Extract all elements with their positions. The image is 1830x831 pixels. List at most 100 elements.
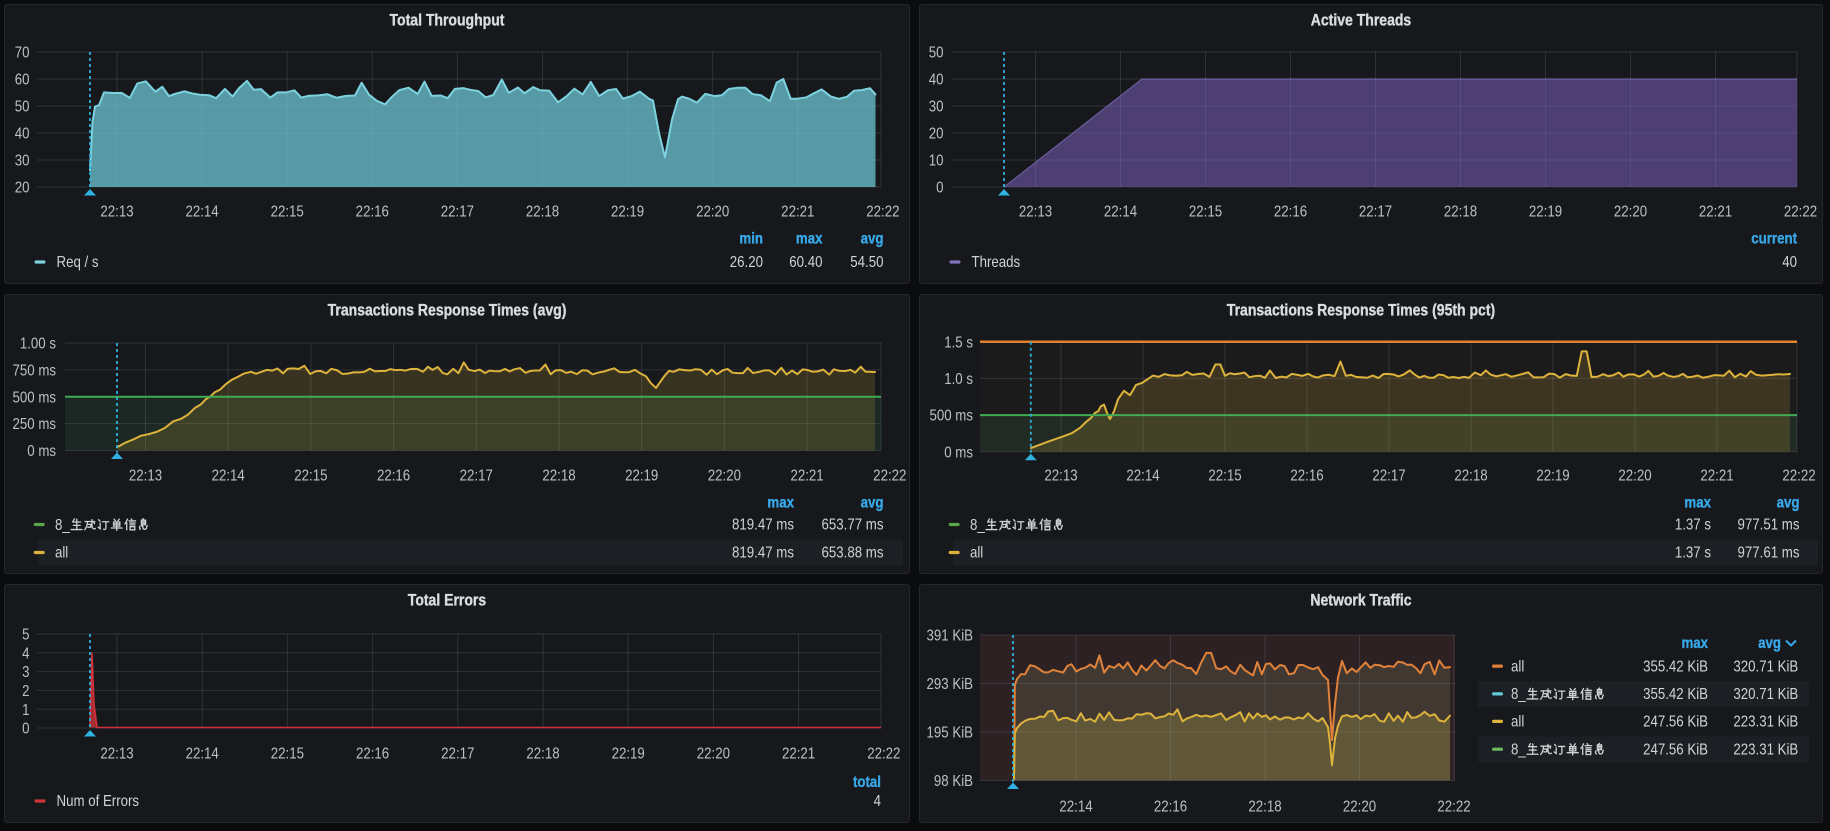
svg-text:22:18: 22:18 [1454, 467, 1487, 484]
svg-text:Num of Errors: Num of Errors [57, 793, 140, 810]
svg-text:30: 30 [15, 153, 30, 170]
svg-text:22:14: 22:14 [1104, 203, 1137, 220]
svg-text:60: 60 [15, 72, 30, 89]
svg-text:26.20: 26.20 [730, 254, 763, 271]
svg-text:22:15: 22:15 [271, 203, 304, 220]
svg-text:22:14: 22:14 [186, 745, 219, 762]
svg-text:391 KiB: 391 KiB [927, 628, 974, 645]
svg-text:247.56 KiB: 247.56 KiB [1643, 714, 1708, 731]
svg-text:22:13: 22:13 [1044, 467, 1077, 484]
svg-text:0: 0 [936, 180, 943, 197]
svg-text:22:15: 22:15 [294, 467, 327, 484]
svg-text:4: 4 [874, 793, 881, 810]
svg-text:60.40: 60.40 [789, 254, 822, 271]
svg-text:22:20: 22:20 [697, 745, 730, 762]
svg-text:819.47 ms: 819.47 ms [732, 544, 794, 561]
svg-text:avg: avg [861, 230, 884, 247]
svg-text:22:20: 22:20 [708, 467, 741, 484]
svg-text:977.61 ms: 977.61 ms [1738, 544, 1800, 561]
svg-text:22:17: 22:17 [441, 745, 474, 762]
svg-text:5: 5 [22, 627, 29, 644]
svg-text:Network Traffic: Network Traffic [1310, 591, 1412, 609]
svg-text:50: 50 [929, 45, 944, 62]
svg-text:avg: avg [861, 494, 884, 511]
svg-text:all: all [1511, 658, 1524, 675]
svg-text:22:20: 22:20 [1618, 467, 1651, 484]
svg-text:40: 40 [929, 72, 944, 89]
svg-text:500 ms: 500 ms [929, 408, 973, 425]
svg-text:0: 0 [22, 721, 29, 738]
svg-text:22:16: 22:16 [377, 467, 410, 484]
svg-text:22:18: 22:18 [526, 203, 559, 220]
svg-text:22:22: 22:22 [873, 467, 906, 484]
svg-text:all: all [1511, 714, 1524, 731]
svg-text:8_: 8_ [1511, 686, 1527, 703]
svg-text:223.31 KiB: 223.31 KiB [1733, 741, 1798, 758]
svg-text:22:22: 22:22 [866, 203, 899, 220]
svg-text:22:13: 22:13 [129, 467, 162, 484]
svg-text:1.0 s: 1.0 s [944, 371, 973, 388]
svg-text:max: max [796, 230, 823, 247]
svg-text:30: 30 [929, 99, 944, 116]
svg-text:Threads: Threads [972, 254, 1021, 271]
svg-text:819.47 ms: 819.47 ms [732, 516, 794, 533]
svg-text:22:20: 22:20 [1614, 203, 1647, 220]
svg-text:22:16: 22:16 [1274, 203, 1307, 220]
svg-text:current: current [1751, 230, 1797, 247]
svg-text:22:17: 22:17 [460, 467, 493, 484]
svg-text:22:14: 22:14 [1059, 798, 1092, 815]
svg-text:total: total [853, 774, 881, 791]
svg-text:355.42 KiB: 355.42 KiB [1643, 686, 1708, 703]
svg-text:1.5 s: 1.5 s [944, 334, 973, 351]
svg-text:max: max [1681, 635, 1708, 652]
svg-text:8_: 8_ [970, 517, 986, 534]
svg-text:Total Errors: Total Errors [408, 591, 486, 609]
svg-text:0 ms: 0 ms [27, 443, 56, 460]
svg-text:653.88 ms: 653.88 ms [822, 544, 884, 561]
svg-text:22:19: 22:19 [611, 203, 644, 220]
svg-text:653.77 ms: 653.77 ms [822, 516, 884, 533]
svg-text:54.50: 54.50 [850, 254, 883, 271]
svg-text:22:13: 22:13 [1019, 203, 1052, 220]
svg-text:22:22: 22:22 [867, 745, 900, 762]
svg-text:50: 50 [15, 99, 30, 116]
svg-text:250 ms: 250 ms [12, 416, 56, 433]
svg-text:22:19: 22:19 [612, 745, 645, 762]
svg-text:22:16: 22:16 [356, 203, 389, 220]
svg-text:223.31 KiB: 223.31 KiB [1733, 714, 1798, 731]
svg-text:22:16: 22:16 [356, 745, 389, 762]
svg-text:22:18: 22:18 [1248, 798, 1281, 815]
svg-text:22:20: 22:20 [1343, 798, 1376, 815]
svg-text:22:21: 22:21 [781, 203, 814, 220]
svg-text:20: 20 [15, 180, 30, 197]
svg-text:22:18: 22:18 [542, 467, 575, 484]
svg-text:3: 3 [22, 664, 29, 681]
svg-text:22:14: 22:14 [185, 203, 218, 220]
svg-text:8_: 8_ [1511, 741, 1527, 758]
svg-text:500 ms: 500 ms [12, 389, 56, 406]
svg-text:22:13: 22:13 [100, 203, 133, 220]
svg-text:22:21: 22:21 [782, 745, 815, 762]
svg-text:22:22: 22:22 [1437, 798, 1470, 815]
svg-text:293 KiB: 293 KiB [927, 676, 974, 693]
svg-text:22:21: 22:21 [791, 467, 824, 484]
svg-text:1.37 s: 1.37 s [1675, 516, 1711, 533]
svg-text:22:19: 22:19 [625, 467, 658, 484]
svg-text:22:17: 22:17 [441, 203, 474, 220]
svg-text:22:14: 22:14 [1126, 467, 1159, 484]
svg-text:1.00 s: 1.00 s [20, 336, 56, 353]
svg-text:977.51 ms: 977.51 ms [1738, 516, 1800, 533]
svg-text:min: min [739, 230, 763, 247]
svg-text:750 ms: 750 ms [12, 362, 56, 379]
svg-text:Transactions Response Times (a: Transactions Response Times (avg) [328, 301, 567, 319]
svg-text:22:15: 22:15 [271, 745, 304, 762]
svg-text:Req / s: Req / s [57, 254, 99, 271]
svg-text:320.71 KiB: 320.71 KiB [1733, 686, 1798, 703]
svg-text:10: 10 [929, 153, 944, 170]
svg-text:Total Throughput: Total Throughput [390, 11, 505, 29]
svg-text:320.71 KiB: 320.71 KiB [1733, 658, 1798, 675]
svg-text:avg: avg [1758, 635, 1781, 652]
svg-text:22:14: 22:14 [212, 467, 245, 484]
svg-text:22:18: 22:18 [526, 745, 559, 762]
svg-text:max: max [1684, 494, 1711, 511]
